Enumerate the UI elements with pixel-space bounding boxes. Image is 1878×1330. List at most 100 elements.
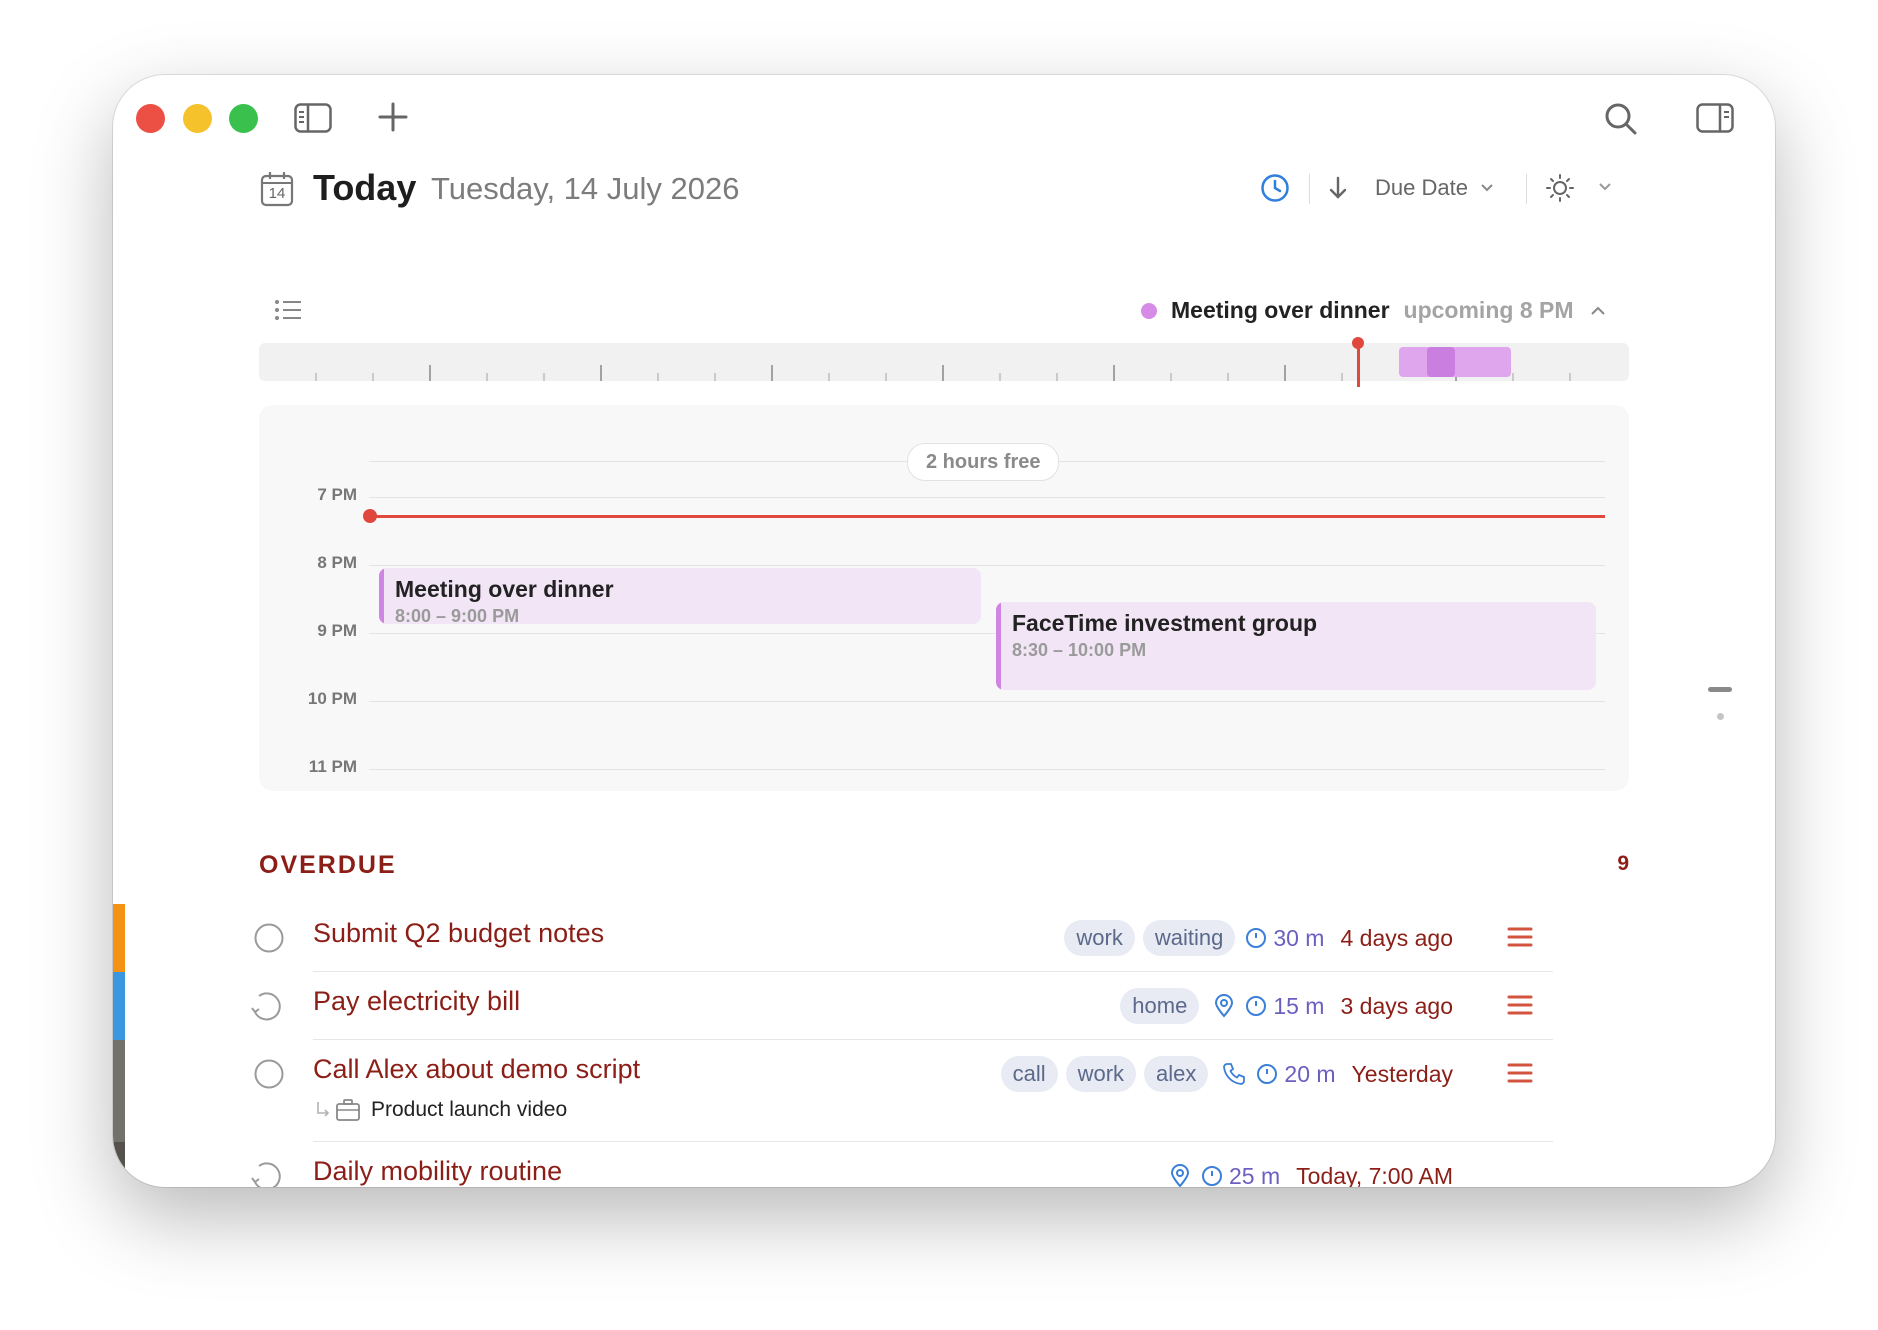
tag-pill[interactable]: alex bbox=[1144, 1056, 1209, 1092]
priority-menu-icon[interactable] bbox=[1507, 926, 1533, 948]
sort-dropdown[interactable]: Due Date bbox=[1375, 175, 1494, 201]
hour-line bbox=[369, 497, 1605, 498]
checkbox-icon[interactable] bbox=[253, 922, 285, 954]
task-title[interactable]: Pay electricity bill bbox=[313, 986, 520, 1017]
event-color-bar bbox=[996, 602, 1001, 690]
overdue-count: 9 bbox=[1617, 852, 1629, 875]
sidebar-toggle-icon[interactable] bbox=[293, 101, 333, 135]
location-icon bbox=[1171, 1164, 1190, 1187]
task-duration: 30 m bbox=[1245, 925, 1324, 952]
sun-icon[interactable] bbox=[1543, 171, 1577, 205]
event-block[interactable]: FaceTime investment group 8:30 – 10:00 P… bbox=[996, 602, 1596, 690]
add-icon[interactable] bbox=[375, 99, 411, 135]
chevron-down-icon bbox=[1481, 184, 1493, 192]
task-meta: work waiting 30 m 4 days ago bbox=[1056, 920, 1453, 956]
event-color-dot bbox=[1141, 302, 1157, 319]
timer-icon bbox=[1202, 1166, 1223, 1186]
calendar-day-number: 14 bbox=[268, 185, 286, 202]
project-color-bar bbox=[113, 972, 125, 1040]
chevron-down-icon[interactable] bbox=[1595, 179, 1615, 195]
timer-icon bbox=[1246, 996, 1267, 1016]
task-row[interactable]: Submit Q2 budget notes work waiting 30 m… bbox=[253, 904, 1553, 972]
clock-icon[interactable] bbox=[1258, 171, 1292, 205]
recurring-checkbox-icon[interactable] bbox=[249, 990, 285, 1022]
inspector-toggle-icon[interactable] bbox=[1695, 101, 1735, 135]
hour-label: 9 PM bbox=[317, 621, 357, 640]
scroll-indicator-dot[interactable] bbox=[1717, 713, 1724, 720]
priority-menu-icon[interactable] bbox=[1507, 994, 1533, 1016]
task-meta: call work alex 20 m Yesterday bbox=[993, 1056, 1453, 1092]
tag-pill[interactable]: work bbox=[1065, 1056, 1137, 1092]
chevron-up-icon bbox=[1590, 306, 1605, 315]
subtask-link[interactable]: Product launch video bbox=[315, 1098, 567, 1122]
event-block[interactable]: Meeting over dinner 8:00 – 9:00 PM bbox=[379, 568, 981, 624]
task-title[interactable]: Daily mobility routine bbox=[313, 1156, 562, 1187]
divider bbox=[1526, 174, 1527, 204]
location-icon bbox=[1215, 994, 1234, 1018]
list-view-icon[interactable] bbox=[273, 297, 303, 323]
project-color-bar bbox=[113, 1142, 125, 1187]
current-time-line bbox=[369, 515, 1605, 518]
project-color-bar bbox=[113, 904, 125, 972]
calendar-icon: 14 bbox=[260, 171, 296, 207]
task-title[interactable]: Submit Q2 budget notes bbox=[313, 918, 604, 949]
subtask-arrow-icon bbox=[317, 1102, 330, 1117]
divider bbox=[1309, 174, 1310, 204]
next-event-summary[interactable]: Meeting over dinner upcoming 8 PM bbox=[1141, 297, 1606, 324]
subtask-project-name: Product launch video bbox=[371, 1098, 568, 1121]
timer-icon bbox=[1246, 928, 1267, 948]
timer-icon bbox=[1257, 1064, 1278, 1084]
checkbox-icon[interactable] bbox=[253, 1058, 285, 1090]
free-time-badge: 2 hours free bbox=[907, 443, 1060, 481]
project-briefcase-icon bbox=[336, 1099, 360, 1121]
task-duration: 20 m bbox=[1256, 1061, 1336, 1088]
task-row[interactable]: Pay electricity bill home 15 m 3 days ag… bbox=[251, 972, 1553, 1040]
app-window: 14 Today Tuesday, 14 July 2026 Due Date … bbox=[113, 75, 1775, 1187]
zoom-window-button[interactable] bbox=[229, 104, 258, 133]
task-meta: home 15 m 3 days ago bbox=[1112, 988, 1453, 1024]
task-duration: 15 m bbox=[1245, 993, 1324, 1020]
task-due: 4 days ago bbox=[1340, 924, 1453, 951]
recurring-checkbox-icon[interactable] bbox=[249, 1160, 285, 1187]
now-indicator-line bbox=[1357, 341, 1360, 387]
task-meta: 25 m Today, 7:00 AM bbox=[1169, 1158, 1453, 1187]
priority-menu-icon[interactable] bbox=[1507, 1062, 1533, 1084]
tag-pill[interactable]: waiting bbox=[1142, 920, 1236, 956]
phone-icon bbox=[1223, 1063, 1246, 1085]
close-window-button[interactable] bbox=[136, 104, 165, 133]
event-title: FaceTime investment group bbox=[1012, 610, 1318, 636]
next-event-title: Meeting over dinner bbox=[1171, 297, 1390, 323]
sort-label: Due Date bbox=[1375, 175, 1468, 200]
tag-pill[interactable]: work bbox=[1064, 920, 1135, 956]
task-due: 3 days ago bbox=[1340, 992, 1453, 1019]
hour-line bbox=[369, 701, 1605, 702]
task-due: Today, 7:00 AM bbox=[1296, 1162, 1453, 1188]
event-time: 8:30 – 10:00 PM bbox=[1012, 640, 1147, 660]
scroll-indicator[interactable] bbox=[1708, 687, 1732, 692]
page-title: Today bbox=[313, 167, 417, 208]
hour-label: 8 PM bbox=[317, 553, 357, 572]
tag-pill[interactable]: call bbox=[1000, 1056, 1058, 1092]
hour-line bbox=[369, 769, 1605, 770]
task-row[interactable]: Daily mobility routine 25 m Today, 7:00 … bbox=[251, 1142, 1553, 1187]
tag-pill[interactable]: home bbox=[1120, 988, 1200, 1024]
task-due: Yesterday bbox=[1351, 1060, 1453, 1087]
minimize-window-button[interactable] bbox=[183, 104, 212, 133]
mini-timeline[interactable] bbox=[259, 343, 1629, 381]
event-title: Meeting over dinner bbox=[395, 576, 614, 602]
hour-label: 11 PM bbox=[308, 757, 357, 776]
hour-label: 10 PM bbox=[307, 689, 357, 708]
day-timeline[interactable]: 7 PM 8 PM 9 PM 10 PM 11 PM 2 hours free … bbox=[259, 405, 1629, 791]
task-duration: 25 m bbox=[1201, 1163, 1280, 1187]
hour-line bbox=[369, 565, 1605, 566]
task-title[interactable]: Call Alex about demo script bbox=[313, 1054, 640, 1085]
hour-label: 7 PM bbox=[317, 485, 357, 504]
event-time: 8:00 – 9:00 PM bbox=[395, 606, 520, 624]
sort-direction-icon[interactable] bbox=[1325, 173, 1351, 203]
task-row[interactable]: Call Alex about demo script call work al… bbox=[253, 1040, 1553, 1142]
search-icon[interactable] bbox=[1601, 99, 1641, 139]
project-color-bar bbox=[113, 1040, 125, 1142]
next-event-status: upcoming 8 PM bbox=[1403, 297, 1574, 323]
page-date: Tuesday, 14 July 2026 bbox=[431, 171, 740, 206]
section-heading-overdue: OVERDUE bbox=[259, 851, 397, 879]
